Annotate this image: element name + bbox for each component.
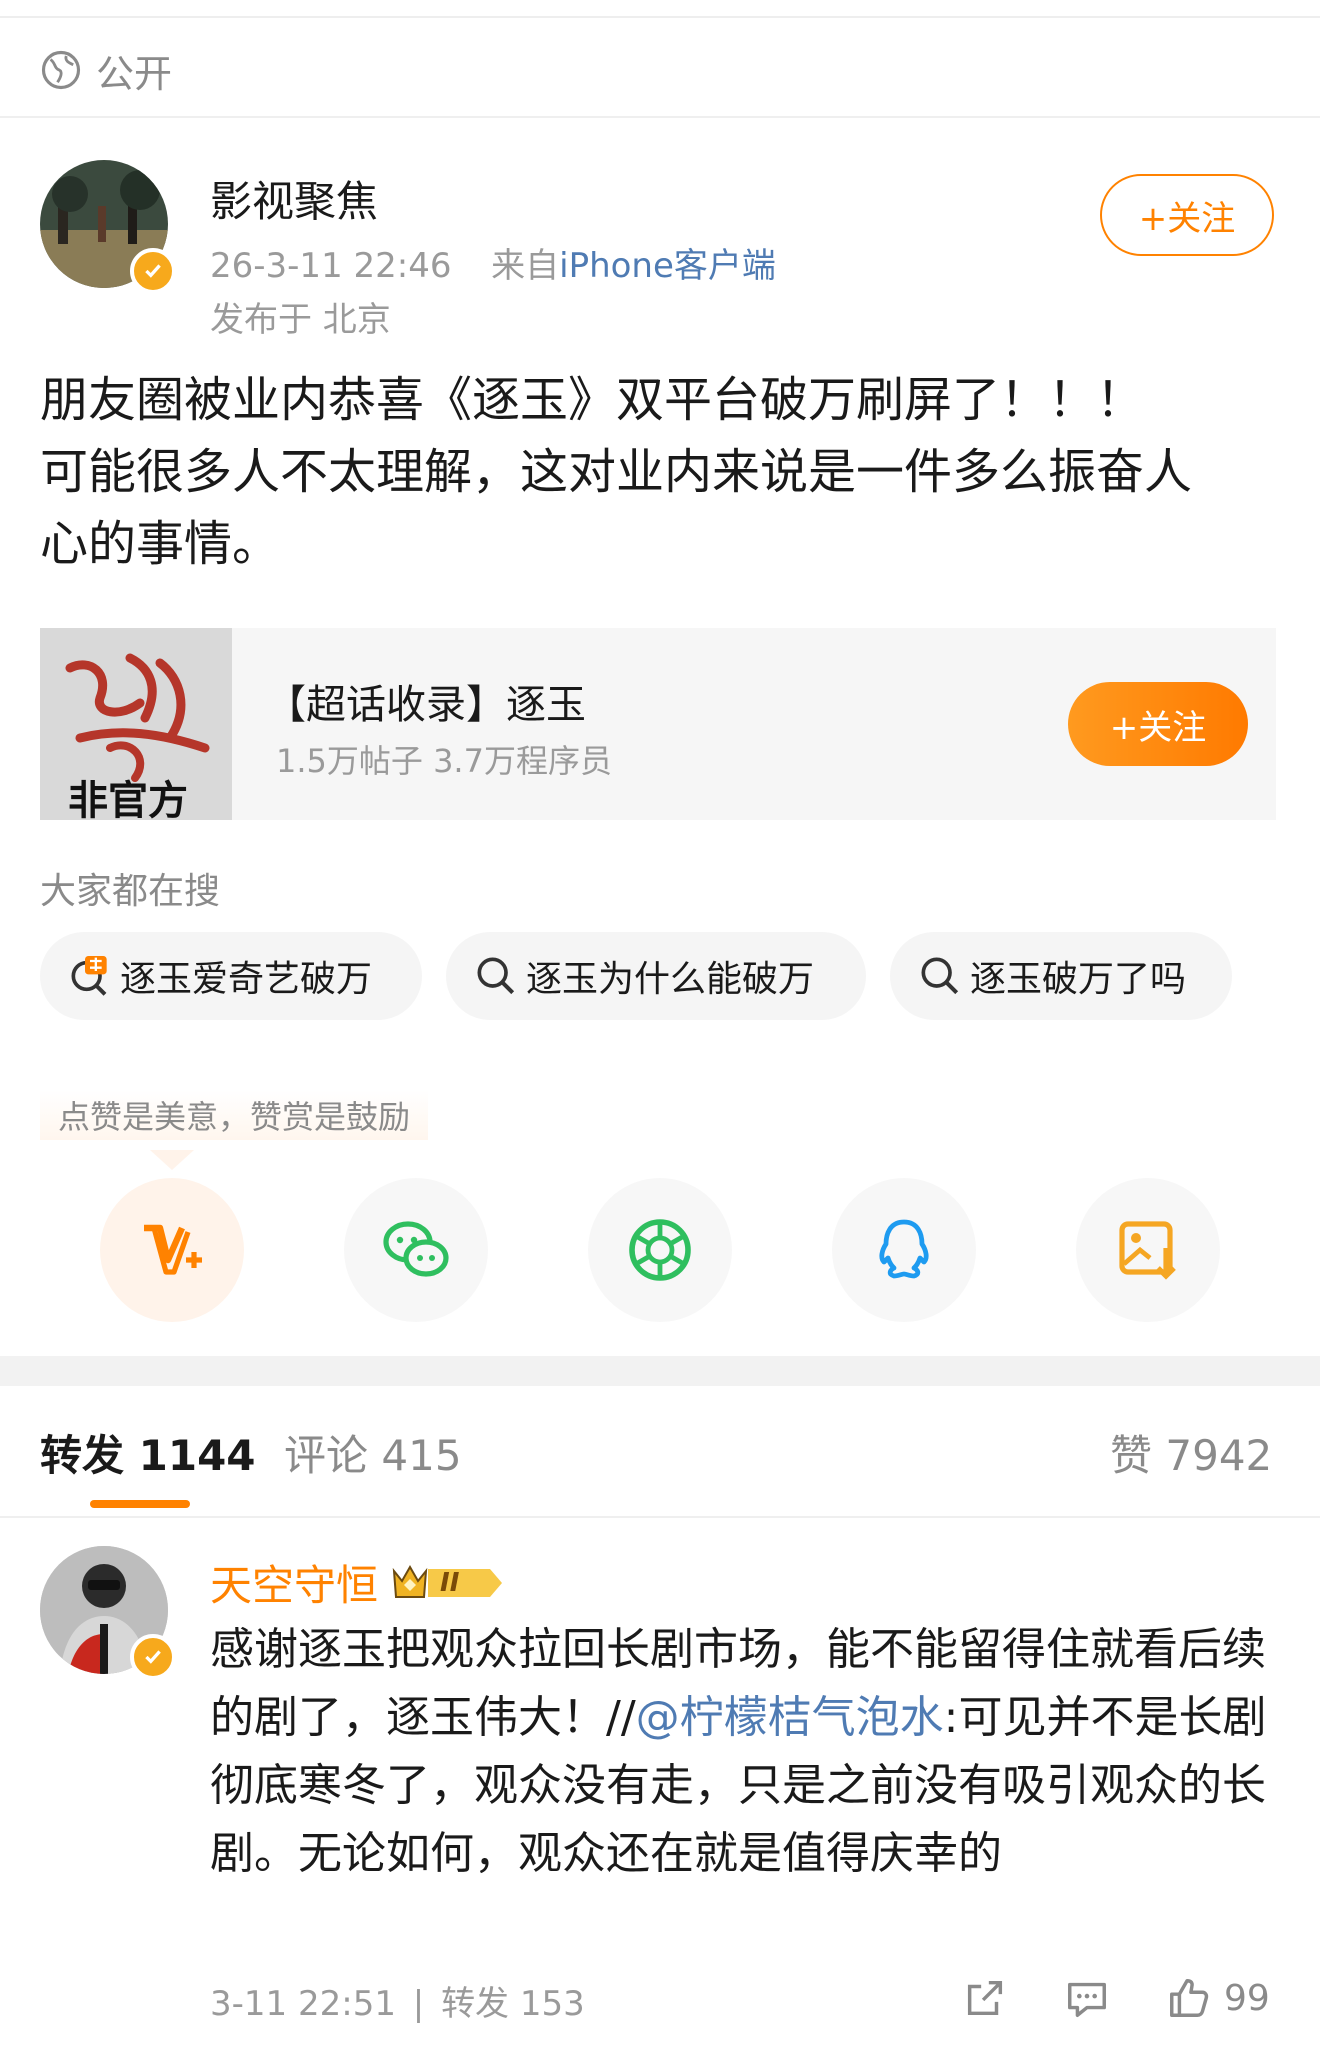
post-location: 发布于 北京 [210,300,391,340]
topic-card[interactable]: 非官方 【超话收录】逐玉 1.5万帖子 3.7万程序员 +关注 [40,628,1276,820]
commenter-name-row: 天空守恒 II [210,1552,503,1613]
save-image-button[interactable] [1076,1178,1220,1322]
visibility-label: 公开 [96,51,173,96]
check-icon [145,1650,161,1664]
search-chip[interactable]: 逐玉破万了吗 [890,932,1232,1020]
topic-stats: 1.5万帖子 3.7万程序员 [276,742,612,780]
wechat-icon [383,1221,449,1277]
visibility-indicator: 公开 [40,38,172,102]
tab-comment-label: 评论 [284,1431,369,1480]
post-text: 朋友圈被业内恭喜《逐玉》双平台破万刷屏了！！！ 可能很多人不太理解，这对业内来说… [40,364,1280,580]
reward-button[interactable] [100,1178,244,1322]
level-badge-text: II [440,1567,460,1598]
meta-separator: | [412,1984,425,2024]
tab-comment[interactable]: 评论 415 [284,1422,462,1483]
comment-meta: 3-11 22:51 | 转发 153 [210,1976,585,2025]
search-icon [477,957,515,995]
section-separator [0,1356,1320,1386]
comment-text: 感谢逐玉把观众拉回长剧市场，能不能留得住就看后续的剧了，逐玉伟大！//@柠檬桔气… [210,1616,1290,1888]
search-chip-label: 逐玉破万了吗 [970,959,1187,1000]
search-chip-label: 逐玉爱奇艺破万 [120,959,373,1000]
qq-icon [879,1219,929,1279]
tab-repost-label: 转发 [40,1431,125,1480]
active-tab-indicator [90,1500,190,1508]
topic-thumbnail: 非官方 [40,628,232,820]
comment-repost-label: 转发 [441,1984,510,2024]
post-text-line: 可能很多人不太理解，这对业内来说是一件多么振奋人 [40,444,1193,500]
tabs-divider [0,1516,1320,1518]
v-plus-icon [144,1224,202,1275]
share-qq-button[interactable] [832,1178,976,1322]
tab-likes[interactable]: 赞 7942 [1110,1422,1272,1483]
commenter-verified-badge [130,1634,176,1680]
post-time: 26-3-11 22:46 [210,246,452,286]
share-wechat-button[interactable] [344,1178,488,1322]
source-prefix: 来自 [491,246,560,286]
check-icon [145,264,161,278]
comment-like-button[interactable]: 99 [1166,1970,1270,2026]
topic-title: 【超话收录】逐玉 [266,682,586,728]
commenter-name[interactable]: 天空守恒 [210,1552,378,1613]
post-text-line: 朋友圈被业内恭喜《逐玉》双平台破万刷屏了！！！ [40,372,1145,428]
author-name[interactable]: 影视聚焦 [210,168,378,229]
topic-thumb-label: 非官方 [68,778,188,820]
post-text-line: 心的事情。 [40,516,281,572]
post-source[interactable]: iPhone客户端 [559,246,776,286]
mention-link[interactable]: @柠檬桔气泡水 [636,1692,944,1743]
globe-icon [41,50,81,90]
post-meta: 26-3-11 22:46 来自iPhone客户端 [210,238,776,287]
search-chip[interactable]: 逐玉爱奇艺破万 [40,932,422,1020]
comment-time: 3-11 22:51 [210,1984,396,2024]
tab-likes-label: 赞 [1110,1431,1153,1480]
comment-reply-button[interactable] [1064,1970,1110,2026]
top-divider [0,0,1320,18]
comment-repost-button[interactable] [962,1970,1008,2026]
share-moments-button[interactable] [588,1178,732,1322]
tip-arrow [150,1150,194,1170]
tab-likes-count: 7942 [1165,1431,1273,1480]
topic-follow-button[interactable]: +关注 [1068,682,1248,766]
comment-repost-count: 153 [519,1984,585,2024]
header-divider [0,116,1320,118]
verified-badge [130,248,176,294]
share-icon [967,1980,1003,2016]
thumbs-up-icon [1170,1979,1209,2017]
tab-repost[interactable]: 转发 1144 [40,1422,256,1483]
search-icon [921,957,959,995]
save-image-icon [1119,1221,1176,1280]
follow-button[interactable]: +关注 [1100,174,1274,256]
moments-icon [629,1219,691,1281]
comment-icon [1068,1982,1106,2017]
tab-repost-count: 1144 [138,1431,256,1480]
hot-search-icon [71,956,107,996]
reward-tip: 点赞是美意，赞赏是鼓励 [40,1090,429,1140]
search-chip-label: 逐玉为什么能破万 [526,959,815,1000]
tab-comment-count: 415 [381,1431,462,1480]
hot-search-heading: 大家都在搜 [40,871,221,912]
search-chip[interactable]: 逐玉为什么能破万 [446,932,866,1020]
comment-like-count: 99 [1224,1977,1270,2019]
